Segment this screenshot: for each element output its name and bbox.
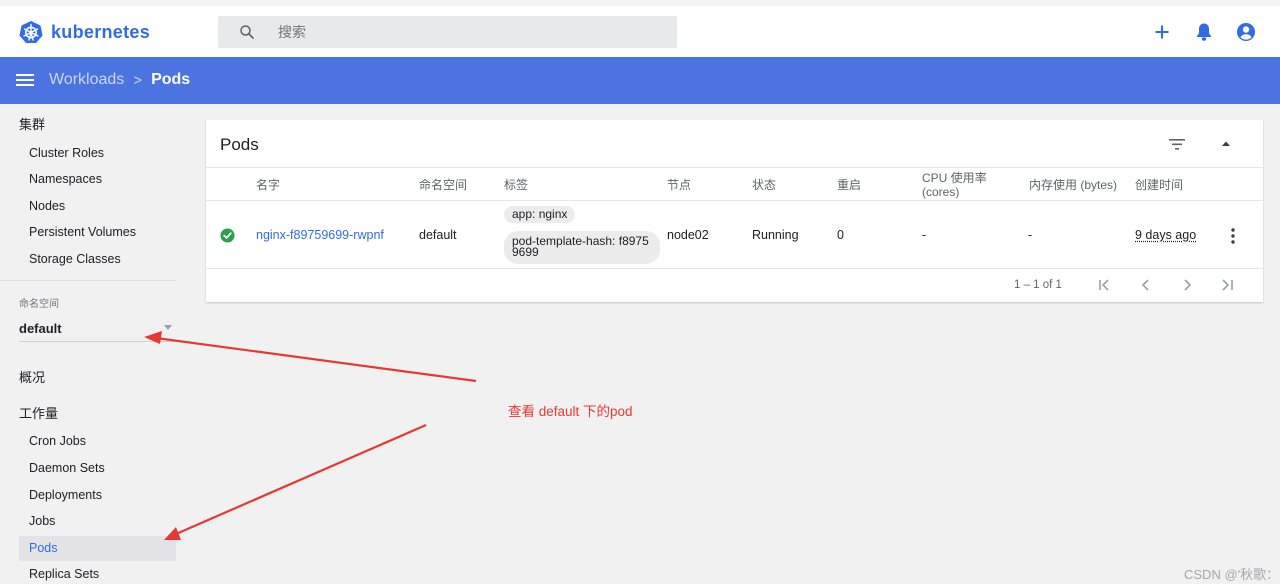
sidebar-item-namespaces[interactable]: Namespaces <box>19 167 176 192</box>
breadcrumb-pods: Pods <box>151 71 190 89</box>
app-name: kubernetes <box>51 22 150 43</box>
column-namespace[interactable]: 命名空间 <box>419 178 467 192</box>
column-status[interactable]: 状态 <box>752 178 776 192</box>
pagination: 1 – 1 of 1 <box>206 269 1263 302</box>
more-vert-icon[interactable] <box>1226 227 1240 245</box>
pod-name-link[interactable]: nginx-f89759699-rwpnf <box>256 228 384 242</box>
column-created[interactable]: 创建时间 <box>1135 178 1183 192</box>
search-input[interactable] <box>278 16 658 48</box>
pod-cpu: - <box>922 228 926 242</box>
top-bar: kubernetes <box>0 0 1280 57</box>
sidebar-heading-overview[interactable]: 概况 <box>19 367 45 386</box>
account-icon[interactable] <box>1234 20 1258 44</box>
pod-status: Running <box>752 228 799 242</box>
pods-card: Pods 名字 命名空间 标签 节点 状态 重启 CPU 使用率 (cores)… <box>206 120 1263 302</box>
pod-memory: - <box>1028 228 1032 242</box>
next-page-icon[interactable] <box>1179 277 1195 293</box>
watermark: CSDN @'秋歌： <box>1184 564 1279 583</box>
arrow-to-namespace <box>144 331 476 381</box>
sidebar-item-pods[interactable]: Pods <box>19 536 176 561</box>
chevron-down-icon <box>164 325 172 330</box>
app-bar: Workloads > Pods <box>0 57 1280 104</box>
table-row: nginx-f89759699-rwpnf default app: nginx… <box>206 201 1263 269</box>
sidebar: 集群 Cluster Roles Namespaces Nodes Persis… <box>0 104 190 584</box>
column-cpu[interactable]: CPU 使用率 <box>922 171 987 185</box>
breadcrumb-workloads[interactable]: Workloads <box>49 71 124 89</box>
previous-page-icon[interactable] <box>1138 277 1154 293</box>
filter-icon[interactable] <box>1167 135 1187 153</box>
pod-created[interactable]: 9 days ago <box>1135 228 1196 242</box>
table-header: 名字 命名空间 标签 节点 状态 重启 CPU 使用率 (cores) 内存使用… <box>206 167 1263 201</box>
check-circle-icon <box>220 228 235 243</box>
sidebar-item-deployments[interactable]: Deployments <box>19 483 176 508</box>
search-bar[interactable] <box>218 16 677 48</box>
sidebar-item-cron-jobs[interactable]: Cron Jobs <box>19 429 176 454</box>
sidebar-item-persistent-volumes[interactable]: Persistent Volumes <box>19 220 176 245</box>
column-memory[interactable]: 内存使用 (bytes) <box>1029 178 1117 192</box>
label-chip: app: nginx <box>504 206 575 223</box>
breadcrumb: Workloads > Pods <box>49 71 190 89</box>
first-page-icon[interactable] <box>1097 277 1113 293</box>
pod-namespace: default <box>419 228 457 242</box>
sidebar-item-storage-classes[interactable]: Storage Classes <box>19 247 176 272</box>
namespace-label: 命名空间 <box>19 295 59 310</box>
arrow-to-pods <box>164 425 426 540</box>
collapse-up-icon[interactable] <box>1219 138 1233 150</box>
card-title: Pods <box>220 135 259 155</box>
column-cpu-unit: (cores) <box>922 185 959 199</box>
kubernetes-wheel-icon <box>19 20 43 44</box>
sidebar-heading-cluster[interactable]: 集群 <box>19 114 45 133</box>
sidebar-item-cluster-roles[interactable]: Cluster Roles <box>19 141 176 166</box>
annotation-text: 查看 default 下的pod <box>508 400 633 420</box>
pod-restarts: 0 <box>837 228 844 242</box>
pod-node: node02 <box>667 228 709 242</box>
bell-icon[interactable] <box>1192 20 1216 44</box>
sidebar-item-daemon-sets[interactable]: Daemon Sets <box>19 456 176 481</box>
column-restarts[interactable]: 重启 <box>837 178 861 192</box>
sidebar-item-replica-sets[interactable]: Replica Sets <box>19 562 176 584</box>
kubernetes-logo[interactable]: kubernetes <box>19 20 150 44</box>
column-name[interactable]: 名字 <box>256 178 280 192</box>
pagination-range: 1 – 1 of 1 <box>1014 279 1062 291</box>
last-page-icon[interactable] <box>1219 277 1235 293</box>
search-icon <box>238 23 256 41</box>
top-actions <box>1150 20 1258 44</box>
label-chip-text: 9699 <box>512 247 652 258</box>
column-labels: 标签 <box>504 178 528 192</box>
label-chip: pod-template-hash: f8975 9699 <box>504 231 660 264</box>
sidebar-divider <box>0 280 176 281</box>
namespace-select[interactable]: default <box>19 318 176 342</box>
sidebar-item-nodes[interactable]: Nodes <box>19 194 176 219</box>
sidebar-item-jobs[interactable]: Jobs <box>19 509 176 534</box>
sidebar-heading-workloads[interactable]: 工作量 <box>19 403 58 422</box>
menu-icon[interactable] <box>16 72 34 88</box>
breadcrumb-separator: > <box>133 72 142 89</box>
column-node[interactable]: 节点 <box>667 178 691 192</box>
add-icon[interactable] <box>1150 20 1174 44</box>
namespace-value: default <box>19 321 62 336</box>
